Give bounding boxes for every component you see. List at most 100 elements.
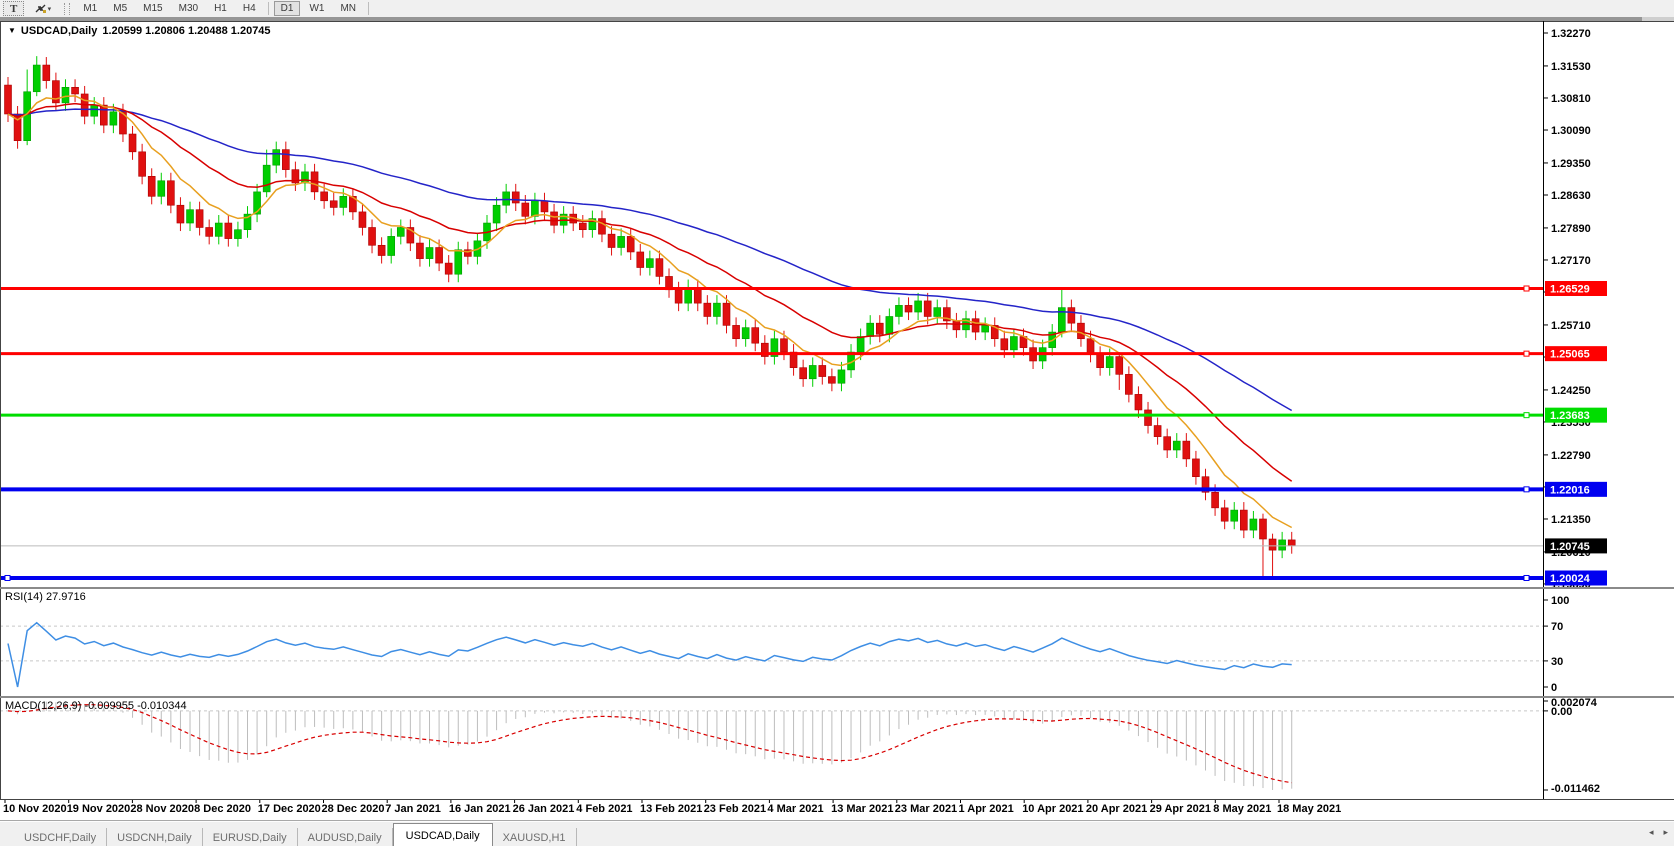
scroll-left-icon[interactable]: ◂ [1649, 827, 1654, 838]
timeframe-button-h1[interactable]: H1 [207, 1, 234, 16]
timeframe-button-d1[interactable]: D1 [274, 1, 301, 16]
line-handle[interactable] [1524, 286, 1529, 291]
tab-scroll-arrows: ◂ ▸ [1649, 827, 1668, 838]
candle [1212, 492, 1219, 508]
line-handle[interactable] [1524, 487, 1529, 492]
candle [637, 252, 644, 268]
symbol-dropdown-icon[interactable]: ▼ [8, 27, 16, 35]
line-handle[interactable] [1524, 351, 1529, 356]
price-tick-label: 1.30090 [1551, 125, 1591, 137]
price-tick-label: 1.25710 [1551, 320, 1591, 332]
price-tick-label: 1.22790 [1551, 450, 1591, 462]
candle [503, 192, 510, 205]
rsi-layer [8, 623, 1292, 687]
chart-tab-eurusd[interactable]: EURUSD,Daily [203, 828, 298, 846]
chart-canvas: 1.322701.315301.308101.300901.293501.286… [0, 0, 1674, 846]
date-label: 26 Jan 2021 [513, 803, 575, 815]
text-tool-button[interactable]: T [3, 1, 24, 16]
candle [704, 303, 711, 316]
candle [5, 85, 12, 114]
line-handle[interactable] [1524, 575, 1529, 580]
candle [541, 201, 548, 212]
timeframe-button-mn[interactable]: MN [333, 1, 363, 16]
panel-separator[interactable] [0, 587, 1674, 589]
timeframe-button-m5[interactable]: M5 [106, 1, 134, 16]
candle [1183, 441, 1190, 459]
chart-title: ▼ USDCAD,Daily 1.20599 1.20806 1.20488 1… [8, 25, 271, 37]
candle [263, 165, 270, 192]
timeframe-button-m30[interactable]: M30 [172, 1, 205, 16]
timeframe-button-w1[interactable]: W1 [302, 1, 331, 16]
chart-tab-audusd[interactable]: AUDUSD,Daily [298, 828, 393, 846]
candle [618, 236, 625, 247]
candle [905, 305, 912, 312]
date-label: 8 May 2021 [1213, 803, 1271, 815]
candle [369, 227, 376, 245]
rsi-tick-label: 100 [1551, 595, 1569, 607]
candle [1068, 308, 1075, 324]
candle [982, 325, 989, 332]
candle [1135, 394, 1142, 410]
candle [72, 87, 79, 94]
chart-tab-xauusd[interactable]: XAUUSD,H1 [493, 828, 577, 846]
chart-tab-usdcnh[interactable]: USDCNH,Daily [107, 828, 203, 846]
candle [1001, 339, 1008, 350]
candle [809, 365, 816, 378]
candle [1106, 357, 1113, 368]
candle [1125, 374, 1132, 394]
timeframe-button-m1[interactable]: M1 [76, 1, 104, 16]
chart-tabs: USDCHF,DailyUSDCNH,DailyEURUSD,DailyAUDU… [0, 823, 577, 846]
date-label: 4 Mar 2021 [767, 803, 823, 815]
macd-tick-label: -0.011462 [1551, 783, 1600, 795]
candle [972, 319, 979, 332]
cursor-mode-button[interactable]: ▾ [26, 0, 58, 17]
candle [627, 236, 634, 252]
candle [1288, 540, 1295, 546]
candle [110, 112, 117, 125]
toolbar-separator [368, 2, 369, 15]
candle [273, 150, 280, 166]
price-tick-label: 1.28630 [1551, 190, 1591, 202]
candle [455, 250, 462, 274]
candle [608, 234, 615, 247]
candle [531, 201, 538, 217]
price-tick-label: 1.21350 [1551, 514, 1591, 526]
timeframe-button-m15[interactable]: M15 [136, 1, 169, 16]
scroll-right-icon[interactable]: ▸ [1663, 827, 1668, 838]
date-label: 23 Feb 2021 [704, 803, 766, 815]
candle [551, 212, 558, 225]
price-axis-line [1543, 21, 1544, 799]
candle [924, 301, 931, 317]
mt4-terminal-window: T ▾ M1M5M15M30H1H4D1W1MN 1.322701.315301… [0, 0, 1674, 846]
toolbar: T ▾ M1M5M15M30H1H4 D1W1MN [0, 0, 1674, 17]
candle [196, 210, 203, 228]
chart-scrollbar-thumb[interactable] [0, 17, 1642, 21]
chart-tab-bar: USDCHF,DailyUSDCNH,DailyEURUSD,DailyAUDU… [0, 820, 1674, 846]
candle [819, 365, 826, 376]
candle [780, 339, 787, 352]
candle [234, 230, 241, 239]
candle [158, 181, 165, 197]
candle [522, 203, 529, 216]
date-label: 28 Nov 2020 [130, 803, 194, 815]
price-chip-label: 1.25065 [1550, 349, 1590, 361]
macd-tick-label: 0.00 [1551, 706, 1572, 718]
candle [867, 323, 874, 336]
price-tick-label: 1.29350 [1551, 158, 1591, 170]
candle [91, 105, 98, 116]
candle [1221, 508, 1228, 521]
panel-separator[interactable] [0, 696, 1674, 698]
candle [206, 227, 213, 236]
candle [330, 201, 337, 208]
candle [62, 87, 69, 103]
date-label: 28 Dec 2020 [322, 803, 385, 815]
chart-tab-usdcad[interactable]: USDCAD,Daily [393, 823, 493, 846]
chart-top-border [0, 21, 1674, 22]
candle [1173, 441, 1180, 450]
timeframe-button-h4[interactable]: H4 [236, 1, 263, 16]
chart-tab-usdchf[interactable]: USDCHF,Daily [14, 828, 107, 846]
line-handle[interactable] [1524, 413, 1529, 418]
macd-histogram-layer [8, 701, 1292, 790]
line-handle[interactable] [5, 575, 10, 580]
timeframe-buttons: M1M5M15M30H1H4 D1W1MN [76, 1, 363, 16]
